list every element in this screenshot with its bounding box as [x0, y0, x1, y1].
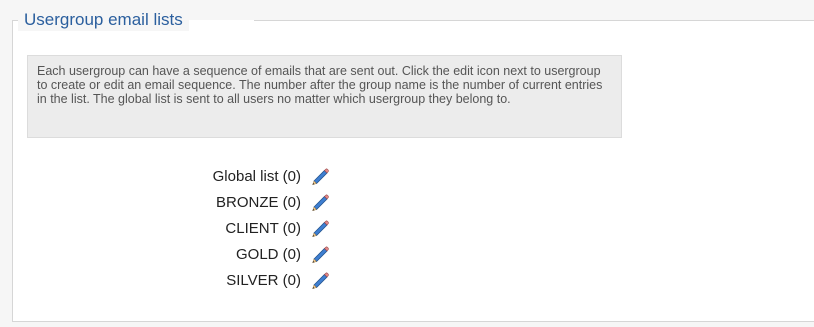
list-item-client: CLIENT (0): [0, 215, 340, 241]
list-item-gold: GOLD (0): [0, 241, 340, 267]
list-item-label: SILVER (0): [226, 271, 301, 289]
list-item-global: Global list (0): [0, 163, 340, 189]
pencil-edit-icon[interactable]: [310, 166, 330, 186]
pencil-edit-icon[interactable]: [310, 192, 330, 212]
list-item-label: Global list (0): [212, 167, 301, 185]
page: Usergroup email lists Each usergroup can…: [0, 0, 814, 327]
pencil-edit-icon[interactable]: [310, 270, 330, 290]
email-list: Global list (0) BRONZE (0) CLIENT (0) GO…: [0, 163, 340, 293]
list-item-bronze: BRONZE (0): [0, 189, 340, 215]
section-title: Usergroup email lists: [18, 9, 189, 31]
section-description: Each usergroup can have a sequence of em…: [27, 55, 622, 138]
list-item-label: BRONZE (0): [215, 193, 301, 211]
list-item-silver: SILVER (0): [0, 267, 340, 293]
pencil-edit-icon[interactable]: [310, 244, 330, 264]
pencil-edit-icon[interactable]: [310, 218, 330, 238]
list-item-label: GOLD (0): [235, 245, 301, 263]
list-item-label: CLIENT (0): [225, 219, 301, 237]
